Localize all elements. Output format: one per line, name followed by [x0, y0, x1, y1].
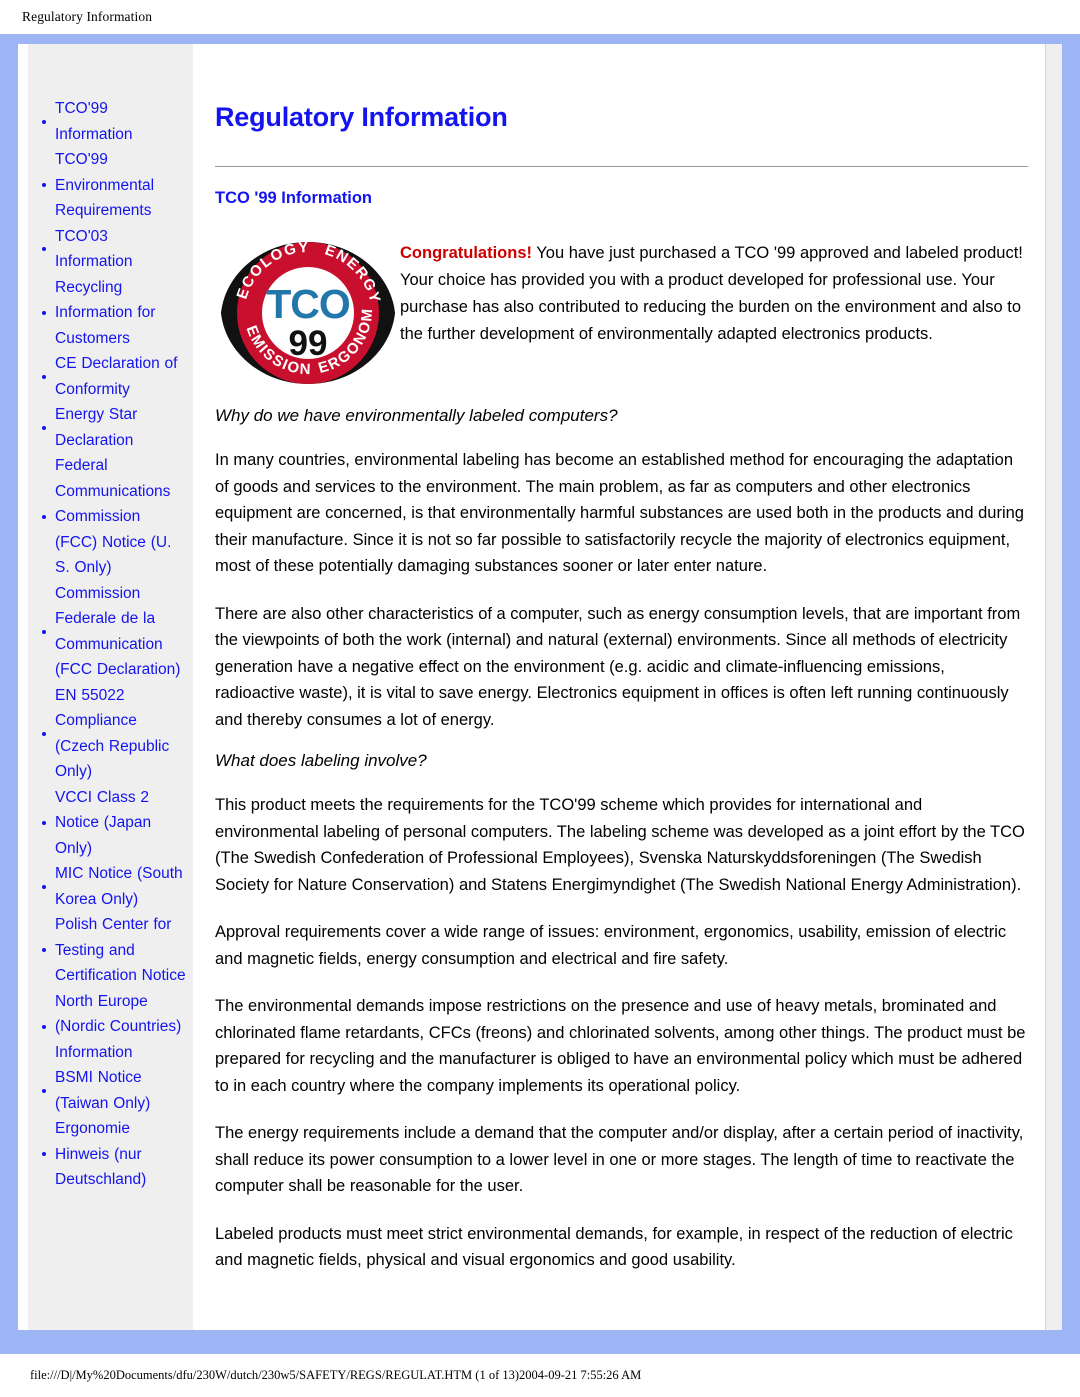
sidebar-item-label: CE Declaration of Conformity — [55, 355, 178, 398]
sidebar-link-list: TCO'99 Information TCO'99 Environmental … — [28, 96, 193, 1193]
bullet-icon — [42, 247, 46, 251]
sidebar-item-label: Commission Federale de la Communication … — [55, 584, 181, 679]
paragraph-6: The energy requirements include a demand… — [215, 1124, 1024, 1195]
paragraph-2: There are also other characteristics of … — [215, 604, 1021, 729]
bullet-icon — [42, 119, 46, 124]
sidebar-item-label: Polish Center for Testing and Certificat… — [55, 916, 186, 984]
sidebar-item-label: TCO'99 Information — [55, 100, 133, 143]
left-gutter — [18, 44, 28, 1330]
paragraph-3: This product meets the requirements for … — [215, 796, 1025, 894]
section-title: TCO '99 Information — [215, 189, 373, 207]
main-content: Regulatory Information TCO '99 Informati… — [193, 44, 1062, 1330]
sidebar-item-north-europe-information[interactable]: North Europe (Nordic Countries) Informat… — [42, 989, 187, 1066]
sidebar-item-label: EN 55022 Compliance (Czech Republic Only… — [55, 686, 170, 781]
bullet-icon — [42, 374, 46, 379]
paragraph-4: Approval requirements cover a wide range… — [215, 923, 1007, 968]
sidebar-item-label: Ergonomie Hinweis (nur Deutschland) — [55, 1120, 147, 1188]
tco-logo-container: ECOLOGY ENERGY EMISSIONS ERGONOMICS TCO … — [215, 234, 400, 388]
bullet-icon — [42, 1088, 46, 1093]
bullet-icon — [42, 629, 46, 634]
bullet-icon — [42, 948, 46, 953]
bullet-icon — [42, 1024, 46, 1029]
paragraph-5: The environmental demands impose restric… — [215, 997, 1026, 1095]
sidebar-item-recycling-information[interactable]: Recycling Information for Customers — [42, 275, 187, 352]
vertical-scrollbar[interactable] — [1045, 44, 1062, 1330]
sidebar-item-en55022-compliance[interactable]: EN 55022 Compliance (Czech Republic Only… — [42, 683, 187, 785]
bullet-icon — [42, 310, 46, 315]
subheading-why-labeled: Why do we have environmentally labeled c… — [215, 406, 618, 425]
congratulations-label: Congratulations! — [400, 244, 532, 262]
sidebar-navigation: TCO'99 Information TCO'99 Environmental … — [28, 44, 193, 1330]
svg-text:TCO: TCO — [266, 281, 350, 327]
sidebar-item-polish-center-notice[interactable]: Polish Center for Testing and Certificat… — [42, 912, 187, 989]
page-title: Regulatory Information — [215, 102, 508, 132]
hero-block: ECOLOGY ENERGY EMISSIONS ERGONOMICS TCO … — [215, 234, 1028, 388]
bullet-icon — [42, 884, 46, 889]
bullet-icon — [42, 820, 46, 825]
print-header-title: Regulatory Information — [22, 9, 153, 24]
sidebar-item-label: Energy Star Declaration — [55, 406, 138, 449]
sidebar-item-label: BSMI Notice (Taiwan Only) — [55, 1069, 151, 1112]
sidebar-item-label: Recycling Information for Customers — [55, 278, 156, 347]
bullet-icon — [42, 425, 46, 430]
sidebar-item-tco99-information[interactable]: TCO'99 Information — [42, 96, 187, 147]
sidebar-item-mic-notice[interactable]: MIC Notice (South Korea Only) — [42, 861, 187, 912]
title-divider — [215, 166, 1028, 167]
svg-text:99: 99 — [288, 324, 327, 363]
sidebar-item-ce-declaration[interactable]: CE Declaration of Conformity — [42, 351, 187, 402]
sidebar-item-tco03-information[interactable]: TCO'03 Information — [42, 224, 187, 275]
sidebar-item-commission-federale[interactable]: Commission Federale de la Communication … — [42, 581, 187, 683]
bullet-icon — [42, 1152, 46, 1157]
subheading-what-does-labeling-involve: What does labeling involve? — [215, 751, 427, 770]
sidebar-item-label: TCO'03 Information — [55, 227, 133, 271]
page-frame: TCO'99 Information TCO'99 Environmental … — [0, 34, 1080, 1354]
sidebar-item-vcci-class2-notice[interactable]: VCCI Class 2 Notice (Japan Only) — [42, 785, 187, 862]
sidebar-item-label: Federal Communications Commission (FCC) … — [55, 457, 172, 576]
print-header: Regulatory Information — [0, 0, 1080, 34]
sidebar-item-fcc-notice[interactable]: Federal Communications Commission (FCC) … — [42, 453, 187, 581]
sidebar-item-energy-star-declaration[interactable]: Energy Star Declaration — [42, 402, 187, 453]
tco-99-certification-logo-icon: ECOLOGY ENERGY EMISSIONS ERGONOMICS TCO … — [219, 238, 395, 384]
hero-paragraph: Congratulations! You have just purchased… — [400, 234, 1028, 348]
sidebar-item-ergonomie-hinweis[interactable]: Ergonomie Hinweis (nur Deutschland) — [42, 1116, 187, 1193]
print-footer-path: file:///D|/My%20Documents/dfu/230W/dutch… — [30, 1368, 642, 1382]
print-footer: file:///D|/My%20Documents/dfu/230W/dutch… — [0, 1354, 1080, 1397]
sidebar-item-bsmi-notice[interactable]: BSMI Notice (Taiwan Only) — [42, 1065, 187, 1116]
sidebar-item-label: TCO'99 Environmental Requirements — [55, 151, 155, 219]
sidebar-item-tco99-environmental-requirements[interactable]: TCO'99 Environmental Requirements — [42, 147, 187, 224]
sidebar-item-label: MIC Notice (South Korea Only) — [55, 865, 183, 908]
sidebar-item-label: North Europe (Nordic Countries) Informat… — [55, 992, 182, 1061]
sidebar-item-label: VCCI Class 2 Notice (Japan Only) — [55, 788, 152, 857]
bullet-icon — [42, 731, 46, 736]
bullet-icon — [42, 514, 46, 519]
paragraph-1: In many countries, environmental labelin… — [215, 451, 1024, 575]
page-canvas: TCO'99 Information TCO'99 Environmental … — [18, 44, 1062, 1330]
paragraph-7: Labeled products must meet strict enviro… — [215, 1224, 1013, 1270]
bullet-icon — [42, 183, 46, 188]
